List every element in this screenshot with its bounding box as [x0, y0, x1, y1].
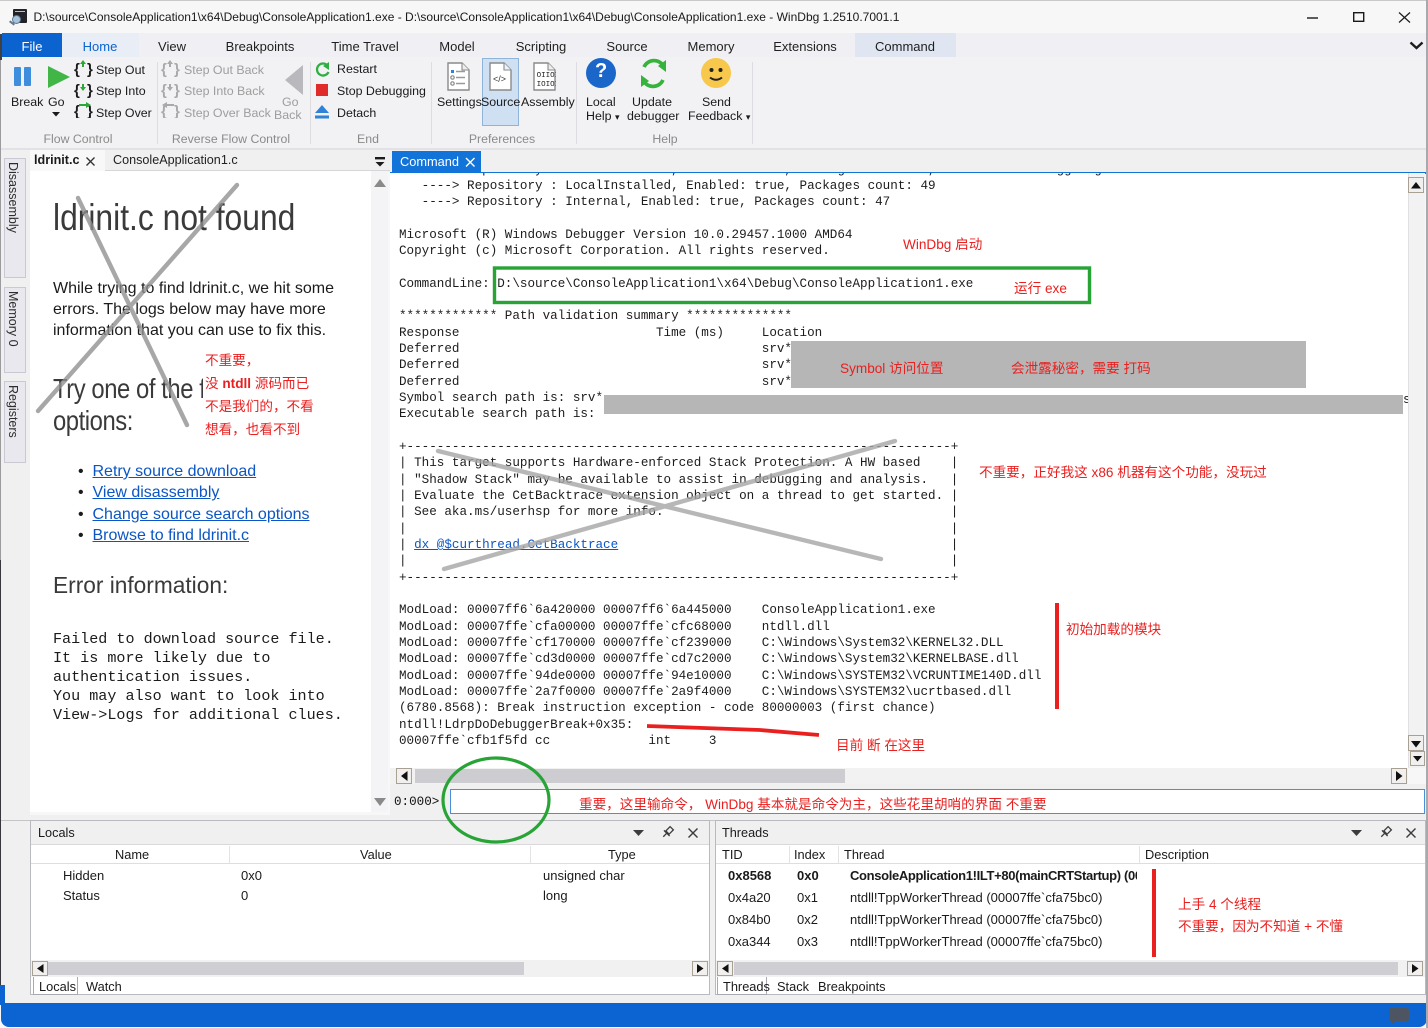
svg-text:</>: </>	[493, 74, 506, 84]
svg-text:{: {	[161, 61, 167, 78]
svg-text:}: }	[87, 61, 93, 78]
svg-text:OIIOI: OIIOI	[537, 72, 556, 80]
svg-text:}: }	[174, 61, 180, 78]
svg-text:{: {	[161, 82, 167, 99]
svg-text:}: }	[174, 103, 180, 118]
svg-text:}: }	[87, 82, 93, 99]
svg-text:{: {	[74, 82, 80, 99]
svg-text:IOIOI: IOIOI	[537, 81, 556, 89]
svg-text:{: {	[74, 61, 80, 78]
svg-text:}: }	[174, 82, 180, 99]
